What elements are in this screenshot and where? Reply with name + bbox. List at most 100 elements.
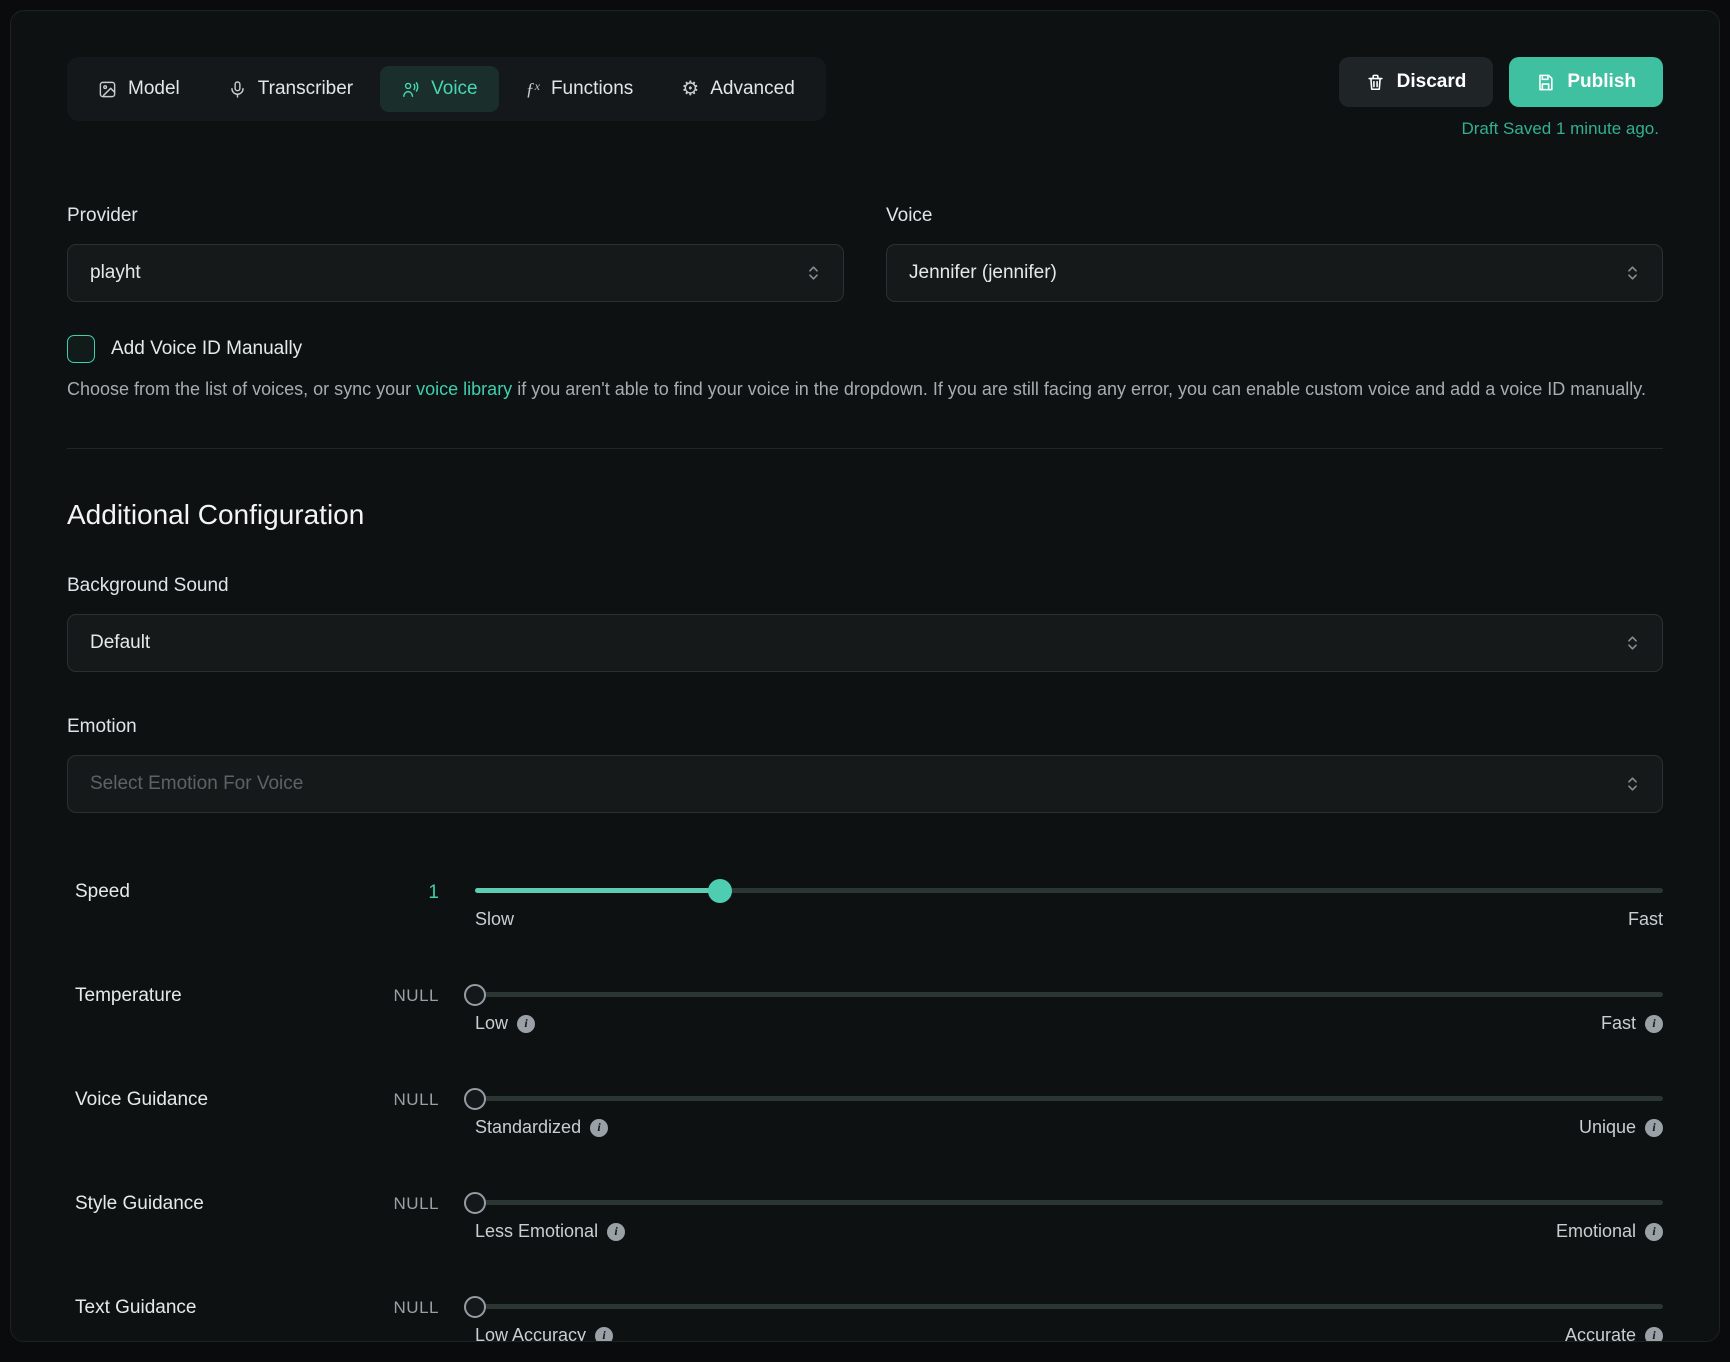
- publish-label: Publish: [1567, 71, 1636, 93]
- background-sound-select[interactable]: Default: [67, 614, 1663, 672]
- temperature-value: NULL: [361, 983, 439, 1034]
- additional-configuration-heading: Additional Configuration: [67, 499, 1663, 531]
- chevron-updown-icon: [806, 265, 821, 281]
- emotion-select[interactable]: Select Emotion For Voice: [67, 755, 1663, 813]
- voice-field: Voice Jennifer (jennifer): [886, 205, 1663, 302]
- tab-label: Functions: [551, 78, 633, 100]
- chevron-updown-icon: [1625, 776, 1640, 792]
- section-divider: [67, 448, 1663, 449]
- background-sound-value: Default: [90, 632, 150, 654]
- text-guidance-min-label: Low Accuracy: [475, 1325, 586, 1342]
- text-guidance-slider-handle[interactable]: [464, 1296, 486, 1318]
- tab-functions[interactable]: ƒx Functions: [505, 66, 655, 112]
- speed-max-label: Fast: [1628, 909, 1663, 930]
- style-guidance-slider-handle[interactable]: [464, 1192, 486, 1214]
- helper-text-pre: Choose from the list of voices, or sync …: [67, 379, 411, 399]
- temperature-slider-handle[interactable]: [464, 984, 486, 1006]
- chevron-updown-icon: [1625, 635, 1640, 651]
- add-voice-id-row: Add Voice ID Manually: [67, 335, 1663, 363]
- discard-button[interactable]: Discard: [1339, 57, 1494, 107]
- tab-model[interactable]: Model: [77, 66, 201, 112]
- background-sound-label: Background Sound: [67, 575, 1663, 597]
- temperature-label: Temperature: [75, 983, 325, 1034]
- slider-row-speed: Speed 1 Slow Fast: [67, 879, 1663, 930]
- tab-transcriber[interactable]: Transcriber: [207, 66, 374, 112]
- speed-value: 1: [361, 879, 439, 930]
- trash-icon: [1366, 73, 1385, 92]
- publish-button[interactable]: Publish: [1509, 57, 1663, 107]
- speed-slider-track[interactable]: [475, 888, 1663, 893]
- voice-guidance-slider-track[interactable]: [475, 1096, 1663, 1101]
- temperature-max-label: Fast: [1601, 1013, 1636, 1034]
- draft-saved-status: Draft Saved 1 minute ago.: [1461, 119, 1663, 139]
- info-icon[interactable]: i: [1645, 1327, 1663, 1342]
- top-actions: Discard Publish Draft Saved 1 minute ago…: [1339, 57, 1663, 139]
- emotion-field: Emotion Select Emotion For Voice: [67, 716, 1663, 813]
- slider-row-style-guidance: Style Guidance NULL Less Emotional i Emot…: [67, 1191, 1663, 1242]
- add-voice-id-label: Add Voice ID Manually: [111, 338, 302, 360]
- tab-label: Voice: [431, 78, 477, 100]
- info-icon[interactable]: i: [517, 1015, 535, 1033]
- info-icon[interactable]: i: [1645, 1015, 1663, 1033]
- slider-row-text-guidance: Text Guidance NULL Low Accuracy i Accurat…: [67, 1295, 1663, 1342]
- speed-slider-handle[interactable]: [708, 879, 732, 903]
- transcriber-icon: [228, 80, 247, 99]
- tab-label: Model: [128, 78, 180, 100]
- info-icon[interactable]: i: [1645, 1223, 1663, 1241]
- voice-library-link[interactable]: voice library: [416, 379, 512, 399]
- tab-advanced[interactable]: ⚙ Advanced: [660, 66, 815, 112]
- provider-label: Provider: [67, 205, 844, 227]
- tab-label: Transcriber: [258, 78, 353, 100]
- voice-guidance-min-label: Standardized: [475, 1117, 581, 1138]
- slider-row-temperature: Temperature NULL Lowi Fasti: [67, 983, 1663, 1034]
- provider-voice-row: Provider playht Voice Jennifer (jennifer…: [67, 205, 1663, 302]
- emotion-placeholder: Select Emotion For Voice: [90, 773, 303, 795]
- top-bar: Model Transcriber Voice ƒx Functions ⚙: [67, 57, 1663, 139]
- voice-guidance-max-label: Unique: [1579, 1117, 1636, 1138]
- provider-select[interactable]: playht: [67, 244, 844, 302]
- text-guidance-value: NULL: [361, 1295, 439, 1342]
- voice-settings-panel: Model Transcriber Voice ƒx Functions ⚙: [10, 10, 1720, 1342]
- voice-sliders: Speed 1 Slow Fast Temperature NULL: [67, 879, 1663, 1342]
- discard-label: Discard: [1397, 71, 1467, 93]
- temperature-min-label: Low: [475, 1013, 508, 1034]
- style-guidance-label: Style Guidance: [75, 1191, 325, 1242]
- text-guidance-label: Text Guidance: [75, 1295, 325, 1342]
- voice-guidance-value: NULL: [361, 1087, 439, 1138]
- style-guidance-max-label: Emotional: [1556, 1221, 1636, 1242]
- info-icon[interactable]: i: [607, 1223, 625, 1241]
- save-icon: [1536, 73, 1555, 92]
- info-icon[interactable]: i: [1645, 1119, 1663, 1137]
- helper-text-post: if you aren't able to find your voice in…: [517, 379, 1646, 399]
- text-guidance-max-label: Accurate: [1565, 1325, 1636, 1342]
- temperature-slider-track[interactable]: [475, 992, 1663, 997]
- tab-bar: Model Transcriber Voice ƒx Functions ⚙: [67, 57, 826, 121]
- voice-label: Voice: [886, 205, 1663, 227]
- provider-select-value: playht: [90, 262, 141, 284]
- info-icon[interactable]: i: [595, 1327, 613, 1342]
- tab-label: Advanced: [710, 78, 795, 100]
- text-guidance-slider-track[interactable]: [475, 1304, 1663, 1309]
- speed-slider-fill: [475, 888, 720, 893]
- voice-guidance-slider-handle[interactable]: [464, 1088, 486, 1110]
- voice-select[interactable]: Jennifer (jennifer): [886, 244, 1663, 302]
- style-guidance-slider-track[interactable]: [475, 1200, 1663, 1205]
- style-guidance-value: NULL: [361, 1191, 439, 1242]
- speed-label: Speed: [75, 879, 325, 930]
- voice-icon: [401, 80, 420, 99]
- style-guidance-min-label: Less Emotional: [475, 1221, 598, 1242]
- slider-row-voice-guidance: Voice Guidance NULL Standardized i Unique…: [67, 1087, 1663, 1138]
- speed-min-label: Slow: [475, 909, 514, 930]
- add-voice-id-checkbox[interactable]: [67, 335, 95, 363]
- functions-icon: ƒx: [526, 79, 540, 100]
- model-icon: [98, 80, 117, 99]
- voice-guidance-label: Voice Guidance: [75, 1087, 325, 1138]
- emotion-label: Emotion: [67, 716, 1663, 738]
- info-icon[interactable]: i: [590, 1119, 608, 1137]
- tab-voice[interactable]: Voice: [380, 66, 498, 112]
- voice-select-value: Jennifer (jennifer): [909, 262, 1057, 284]
- chevron-updown-icon: [1625, 265, 1640, 281]
- gear-icon: ⚙: [681, 79, 699, 99]
- background-sound-field: Background Sound Default: [67, 575, 1663, 672]
- voice-id-helper-text: Choose from the list of voices, or sync …: [67, 376, 1663, 402]
